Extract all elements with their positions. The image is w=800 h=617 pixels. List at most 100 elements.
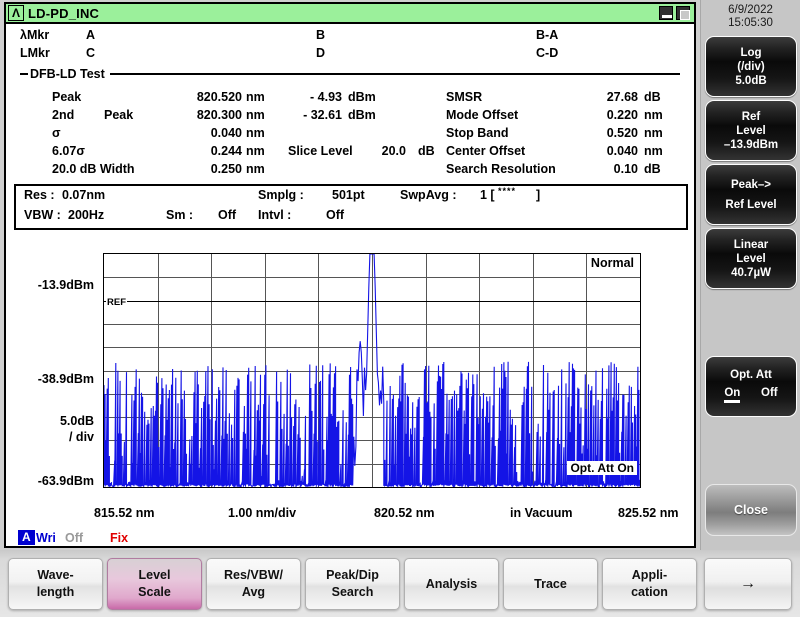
width-value: 0.250 bbox=[210, 162, 242, 176]
tab-trace-line1: Trace bbox=[534, 576, 567, 591]
width-label: 20.0 dB Width bbox=[52, 162, 135, 176]
tab-application[interactable]: Appli- cation bbox=[602, 558, 697, 610]
peak-level: - 4.93 bbox=[310, 90, 342, 104]
smsr-value: 27.68 bbox=[606, 90, 638, 104]
res-label: Res : bbox=[24, 188, 55, 202]
title-dash bbox=[20, 73, 28, 75]
measurement-column-left: Peak 820.520 nm - 4.93 dBm 2nd Peak 820.… bbox=[52, 90, 442, 180]
tab-wavelength[interactable]: Wave- length bbox=[8, 558, 103, 610]
title-rule bbox=[109, 73, 680, 75]
tab-peak-dip-search[interactable]: Peak/Dip Search bbox=[305, 558, 400, 610]
sweep-average-stars: **** bbox=[498, 186, 517, 196]
peak-wavelength: 820.520 bbox=[196, 90, 242, 104]
tab-wavelength-line2: length bbox=[36, 585, 75, 599]
marker-b[interactable]: B bbox=[316, 28, 325, 42]
marker-row-level: LMkr C D C-D bbox=[20, 46, 684, 64]
peak-wavelength-unit: nm bbox=[246, 90, 265, 104]
softkey-ref-level[interactable]: Ref Level –13.9dBm bbox=[705, 100, 797, 161]
tab-level-scale[interactable]: Level Scale bbox=[107, 558, 202, 610]
softkey-log-line1: Log bbox=[740, 46, 762, 59]
interval-value[interactable]: Off bbox=[326, 208, 344, 222]
opt-att-on-option[interactable]: On bbox=[724, 387, 741, 403]
softkey-linear-line2: Level bbox=[736, 252, 766, 265]
interval-label: Intvl : bbox=[258, 208, 292, 222]
softkey-peak-line1: Peak–> bbox=[731, 178, 771, 191]
softkey-peak-to-ref-level[interactable]: Peak–> Ref Level bbox=[705, 164, 797, 225]
marker-a[interactable]: A bbox=[86, 28, 95, 42]
width-unit: nm bbox=[246, 162, 265, 176]
scale-per-div-line2: / div bbox=[68, 430, 94, 444]
smoothing-value[interactable]: Off bbox=[218, 208, 236, 222]
y-label-mid: -38.9dBm bbox=[37, 372, 94, 386]
trace-fix-state[interactable]: Fix bbox=[110, 531, 128, 545]
tab-peak-dip-search-line1: Peak/Dip bbox=[326, 568, 379, 582]
sigma-value: 0.040 bbox=[210, 126, 242, 140]
measurement-row: Center Offset 0.040 nm bbox=[446, 144, 686, 162]
mode-offset-value: 0.220 bbox=[606, 108, 638, 122]
second-peak-label2: Peak bbox=[104, 108, 134, 122]
window-title: LD-PD_INC bbox=[28, 5, 100, 21]
softkey-log-line2: (/div) bbox=[737, 60, 765, 73]
softkey-panel: 6/9/2022 15:05:30 Log (/div) 5.0dB Ref L… bbox=[700, 0, 800, 550]
tab-wavelength-line1: Wave- bbox=[37, 568, 74, 582]
settings-row-1: Res : 0.07nm Smplg : 501pt SwpAvg : 1 [ … bbox=[16, 186, 686, 208]
next-page-button[interactable]: → bbox=[704, 558, 792, 610]
mode-offset-unit: nm bbox=[644, 108, 663, 122]
time-text: 15:05:30 bbox=[728, 17, 773, 29]
second-peak-wavelength: 820.300 bbox=[196, 108, 242, 122]
softkey-opt-att[interactable]: Opt. Att On Off bbox=[705, 356, 797, 417]
instrument-window: Λ LD-PD_INC λMkr A B B-A LMkr C D C-D DF… bbox=[4, 2, 696, 548]
trace-off-state[interactable]: Off bbox=[65, 531, 84, 548]
tab-peak-dip-search-line2: Search bbox=[331, 585, 374, 599]
measurement-row: Search Resolution 0.10 dB bbox=[446, 162, 686, 180]
marker-b-minus-a: B-A bbox=[536, 28, 559, 42]
tab-analysis-line1: Analysis bbox=[425, 576, 478, 591]
slice-level-value: 20.0 bbox=[381, 144, 406, 158]
measurement-row: SMSR 27.68 dB bbox=[446, 90, 686, 108]
softkey-peak-line3: Ref Level bbox=[725, 198, 777, 211]
trace-write-mode[interactable]: Wri bbox=[36, 531, 56, 548]
second-peak-label: 2nd bbox=[52, 108, 75, 122]
sampling-value[interactable]: 501pt bbox=[332, 188, 365, 202]
softkey-list: Log (/div) 5.0dB Ref Level –13.9dBm Peak… bbox=[705, 36, 797, 292]
tab-analysis[interactable]: Analysis bbox=[404, 558, 499, 610]
marker-row-wavelength: λMkr A B B-A bbox=[20, 28, 684, 46]
marker-c[interactable]: C bbox=[86, 46, 95, 60]
close-button[interactable]: Close bbox=[705, 484, 797, 536]
settings-row-2: VBW : 200Hz Sm : Off Intvl : Off bbox=[16, 208, 686, 228]
plot-area[interactable]: REF Normal Opt. Att On bbox=[103, 253, 641, 488]
tab-application-line2: cation bbox=[631, 585, 668, 599]
date-text: 6/9/2022 bbox=[728, 4, 773, 16]
x-label-center: 820.52 nm bbox=[374, 506, 435, 520]
x-label-vacuum: in Vacuum bbox=[510, 506, 573, 520]
maximize-icon[interactable] bbox=[676, 6, 690, 20]
softkey-log-per-div[interactable]: Log (/div) 5.0dB bbox=[705, 36, 797, 97]
opt-att-off-option[interactable]: Off bbox=[761, 387, 778, 403]
sweep-average-value[interactable]: 1 [ bbox=[480, 188, 495, 202]
tab-trace[interactable]: Trace bbox=[503, 558, 598, 610]
vbw-value[interactable]: 200Hz bbox=[68, 208, 104, 222]
second-peak-wavelength-unit: nm bbox=[246, 108, 265, 122]
trace-letter-badge[interactable]: A bbox=[18, 530, 35, 545]
window-controls bbox=[659, 6, 690, 20]
minimize-icon[interactable] bbox=[659, 6, 673, 20]
slice-level-label: Slice Level bbox=[288, 144, 353, 158]
measurement-results: Peak 820.520 nm - 4.93 dBm 2nd Peak 820.… bbox=[6, 90, 694, 182]
tab-level-scale-line1: Level bbox=[138, 568, 171, 582]
title-bar: Λ LD-PD_INC bbox=[6, 4, 694, 24]
six-sigma-label: 6.07σ bbox=[52, 144, 85, 158]
softkey-linear-level[interactable]: Linear Level 40.7µW bbox=[705, 228, 797, 289]
softkey-ref-line1: Ref bbox=[741, 110, 761, 123]
stop-band-label: Stop Band bbox=[446, 126, 509, 140]
smsr-unit: dB bbox=[644, 90, 661, 104]
stop-band-unit: nm bbox=[644, 126, 663, 140]
marker-d[interactable]: D bbox=[316, 46, 325, 60]
search-resolution-unit: dB bbox=[644, 162, 661, 176]
measurement-row: Mode Offset 0.220 nm bbox=[446, 108, 686, 126]
sigma-unit: nm bbox=[246, 126, 265, 140]
peak-label: Peak bbox=[52, 90, 82, 104]
tab-res-vbw-avg[interactable]: Res/VBW/ Avg bbox=[206, 558, 301, 610]
measurement-row: Peak 820.520 nm - 4.93 dBm bbox=[52, 90, 442, 108]
res-value[interactable]: 0.07nm bbox=[62, 188, 105, 202]
slice-level-unit: dB bbox=[418, 144, 435, 158]
